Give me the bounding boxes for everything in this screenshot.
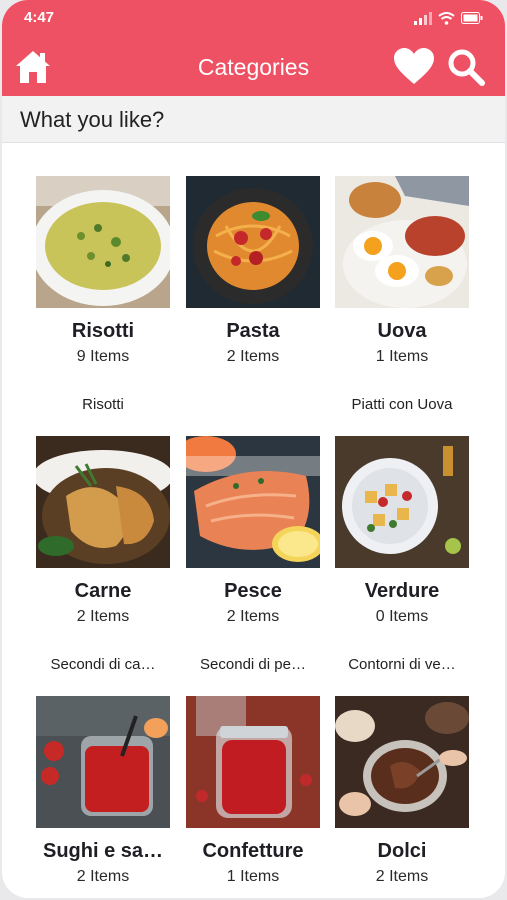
category-name: Risotti [71, 320, 135, 342]
category-name: Carne [74, 580, 132, 602]
category-grid: Risotti 9 Items Risotti Pasta 2 Items Uo… [2, 142, 505, 898]
vegetables-image [335, 436, 469, 568]
jam-jar-image [186, 696, 320, 828]
category-card-dolci[interactable]: Dolci 2 Items [319, 662, 469, 898]
phone-screen: 4:47 Categories What you like? Risotti 9… [2, 0, 505, 898]
category-name: Verdure [364, 580, 440, 602]
chocolate-cream-image [335, 696, 469, 828]
category-card-pasta[interactable]: Pasta 2 Items [170, 142, 320, 392]
subheader-text: What you like? [20, 107, 165, 132]
category-name: Uova [377, 320, 427, 342]
category-count: 9 Items [76, 348, 130, 365]
category-count: 2 Items [226, 348, 280, 365]
category-count: 2 Items [226, 608, 280, 625]
signal-icon [414, 11, 432, 25]
search-button[interactable] [446, 47, 486, 87]
category-count: 1 Items [375, 348, 429, 365]
risotto-image [36, 176, 170, 308]
status-bar: 4:47 [2, 0, 505, 36]
wifi-icon [438, 11, 455, 25]
app-bar: Categories [2, 36, 505, 96]
category-count: 2 Items [375, 868, 429, 885]
category-card-risotti[interactable]: Risotti 9 Items Risotti [20, 142, 170, 413]
search-icon [448, 49, 485, 86]
eggs-image [335, 176, 469, 308]
category-name: Pasta [226, 320, 280, 342]
salmon-image [186, 436, 320, 568]
battery-icon [461, 12, 483, 24]
category-count: 2 Items [76, 608, 130, 625]
category-count: 1 Items [226, 868, 280, 885]
category-card-verdure[interactable]: Verdure 0 Items Contorni di ve… [319, 402, 469, 673]
category-count: 2 Items [76, 868, 130, 885]
status-time: 4:47 [24, 9, 55, 26]
heart-icon [394, 48, 434, 84]
category-card-sughi[interactable]: Sughi e sa… 2 Items [20, 662, 170, 898]
category-name: Confetture [202, 840, 304, 862]
category-name: Pesce [224, 580, 282, 602]
favorites-button[interactable] [392, 45, 436, 87]
category-count: 0 Items [375, 608, 429, 625]
status-icons [414, 10, 483, 26]
category-card-confetture[interactable]: Confetture 1 Items [170, 662, 320, 898]
category-card-pesce[interactable]: Pesce 2 Items Secondi di pe… [170, 402, 320, 673]
category-card-carne[interactable]: Carne 2 Items Secondi di ca… [20, 402, 170, 673]
chicken-image [36, 436, 170, 568]
category-name: Dolci [377, 840, 427, 862]
category-name: Sughi e sa… [42, 840, 164, 862]
subheader: What you like? [2, 96, 505, 143]
category-card-uova[interactable]: Uova 1 Items Piatti con Uova [319, 142, 469, 413]
pasta-image [186, 176, 320, 308]
tomato-sauce-image [36, 696, 170, 828]
